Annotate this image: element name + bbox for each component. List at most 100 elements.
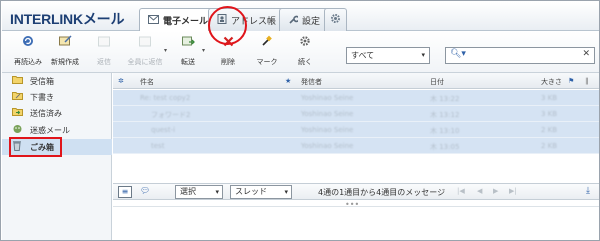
forward-icon (170, 35, 206, 51)
row-date: 木 13:12 (430, 111, 460, 119)
flag-star-icon[interactable]: ★ (285, 77, 291, 85)
message-list: Re: test copy2 Yoshinao Seine 木 13:22 3 … (113, 90, 599, 154)
row-from: Yoshinao Seine (301, 110, 354, 118)
table-row[interactable]: Re: test copy2 Yoshinao Seine 木 13:22 3 … (113, 90, 599, 106)
message-filter-value: すべて (351, 51, 375, 60)
first-page-icon[interactable]: |◀ (457, 187, 465, 195)
previous-page-icon[interactable]: ◀ (477, 187, 482, 195)
message-list-header: ✲ 件名 ★ 発信者 日付 大きさ ⚑ ∥ (113, 73, 599, 89)
row-subject: フォワード2 (151, 111, 191, 119)
table-row[interactable]: quest-i Yoshinao Seine 木 13:10 2 KB (113, 122, 599, 138)
message-list-empty-area (113, 154, 599, 183)
list-footer-bar: ≡ 💬︎ 選択 ▾ スレッド ▾ 4通の1通目から4通目のメッセージ |◀ ◀ … (113, 183, 599, 200)
reply-all-button[interactable]: 全員に返信 (124, 35, 166, 69)
row-subject: quest-i (151, 126, 176, 134)
reply-all-label: 全員に返信 (127, 58, 163, 66)
clear-search-icon[interactable]: ✕ (582, 49, 590, 59)
list-view-icon[interactable]: ≡ (118, 186, 132, 198)
reply-label: 返信 (97, 58, 111, 66)
mark-button[interactable]: マーク (249, 35, 285, 69)
attachment-icon[interactable]: ∥ (585, 77, 589, 85)
reply-all-dropdown-arrow[interactable]: ▾ (164, 47, 167, 54)
row-date: 木 13:10 (430, 127, 460, 135)
row-size: 2 KB (541, 126, 558, 134)
search-icon[interactable]: 🔍︎▾ (450, 49, 466, 59)
forward-label: 転送 (181, 58, 195, 66)
column-size[interactable]: 大きさ (541, 77, 562, 87)
chevron-down-icon: ▾ (284, 188, 288, 196)
folder-drafts-label: 下書き (30, 92, 54, 102)
tab-settings-label: 設定 (302, 16, 321, 27)
inbox-icon (12, 75, 24, 87)
folder-inbox-label: 受信箱 (30, 76, 54, 86)
folder-sent-label: 送信済み (30, 108, 62, 118)
table-row[interactable]: test Yoshinao Seine 木 13:05 2 KB (113, 138, 599, 154)
select-dropdown[interactable]: 選択 ▾ (175, 185, 223, 199)
tab-settings[interactable]: 設定 (279, 8, 330, 31)
refresh-label: 再読込み (14, 58, 42, 66)
message-filter-select[interactable]: すべて ▾ (346, 47, 430, 64)
row-from: Yoshinao Seine (301, 94, 354, 102)
forward-dropdown-arrow[interactable]: ▾ (202, 47, 205, 54)
row-date: 木 13:22 (430, 95, 460, 103)
app-logo: INTERLINKメール (10, 11, 125, 27)
reply-button[interactable]: 返信 (86, 35, 122, 69)
reply-icon (86, 35, 122, 51)
row-size: 3 KB (541, 94, 558, 102)
row-size: 3 KB (541, 110, 558, 118)
row-from: Yoshinao Seine (301, 142, 354, 150)
trash-highlight-box (9, 137, 62, 157)
folder-drafts[interactable]: 下書き (2, 89, 112, 105)
app-header: INTERLINKメール 電子メール アドレス帳 設定 (2, 2, 599, 32)
mark-icon (249, 35, 285, 51)
more-icon (287, 35, 323, 51)
compose-label: 新規作成 (51, 58, 79, 66)
column-subject[interactable]: 件名 (140, 77, 154, 87)
preview-pane (113, 206, 599, 240)
message-count-status: 4通の1通目から4通目のメッセージ (318, 188, 446, 197)
reply-all-icon (124, 35, 166, 51)
thread-dropdown-label: スレッド (235, 187, 267, 196)
thread-dropdown[interactable]: スレッド ▾ (230, 185, 292, 199)
mail-window: INTERLINKメール 電子メール アドレス帳 設定 再読込み 新規作成 返信… (0, 0, 600, 241)
last-page-icon[interactable]: ▶| (509, 187, 517, 195)
delete-label: 削除 (221, 58, 235, 66)
thread-view-icon[interactable]: 💬︎ (140, 186, 150, 195)
row-size: 2 KB (541, 142, 558, 150)
folder-sidebar: 受信箱 下書き 送信済み 迷惑メール ごみ箱 (2, 73, 112, 240)
more-button[interactable]: 続く (287, 35, 323, 69)
chevron-down-icon: ▾ (215, 188, 219, 196)
sent-icon (12, 107, 24, 119)
delete-highlight-circle (208, 6, 247, 45)
compose-button[interactable]: 新規作成 (47, 35, 83, 69)
gear-icon (330, 13, 341, 27)
folder-inbox[interactable]: 受信箱 (2, 73, 112, 89)
select-dropdown-label: 選択 (180, 187, 196, 196)
row-subject: Re: test copy2 (140, 94, 191, 102)
list-options-icon[interactable]: ✲ (118, 77, 124, 85)
envelope-icon (148, 14, 159, 27)
search-input[interactable]: 🔍︎▾ ✕ (445, 47, 595, 64)
folder-junk[interactable]: 迷惑メール (2, 122, 112, 138)
junk-icon (12, 124, 24, 137)
folder-junk-label: 迷惑メール (30, 125, 70, 135)
tab-mail-label: 電子メール (163, 17, 209, 27)
table-row[interactable]: フォワード2 Yoshinao Seine 木 13:12 3 KB (113, 106, 599, 122)
refresh-icon (10, 35, 46, 51)
row-date: 木 13:05 (430, 143, 460, 151)
tab-gear[interactable] (324, 8, 347, 31)
drafts-icon (12, 91, 24, 103)
tab-mail[interactable]: 電子メール (139, 8, 218, 32)
folder-sent[interactable]: 送信済み (2, 105, 112, 121)
column-from[interactable]: 発信者 (301, 77, 322, 87)
row-subject: test (151, 142, 165, 150)
row-from: Yoshinao Seine (301, 126, 354, 134)
chevron-down-icon: ▾ (421, 51, 425, 59)
download-icon[interactable]: ⤓ (586, 186, 590, 196)
flag-icon[interactable]: ⚑ (568, 77, 574, 85)
forward-button[interactable]: 転送 (170, 35, 206, 69)
column-date[interactable]: 日付 (430, 77, 444, 87)
next-page-icon[interactable]: ▶ (493, 187, 498, 195)
refresh-button[interactable]: 再読込み (10, 35, 46, 69)
more-label: 続く (298, 58, 312, 66)
